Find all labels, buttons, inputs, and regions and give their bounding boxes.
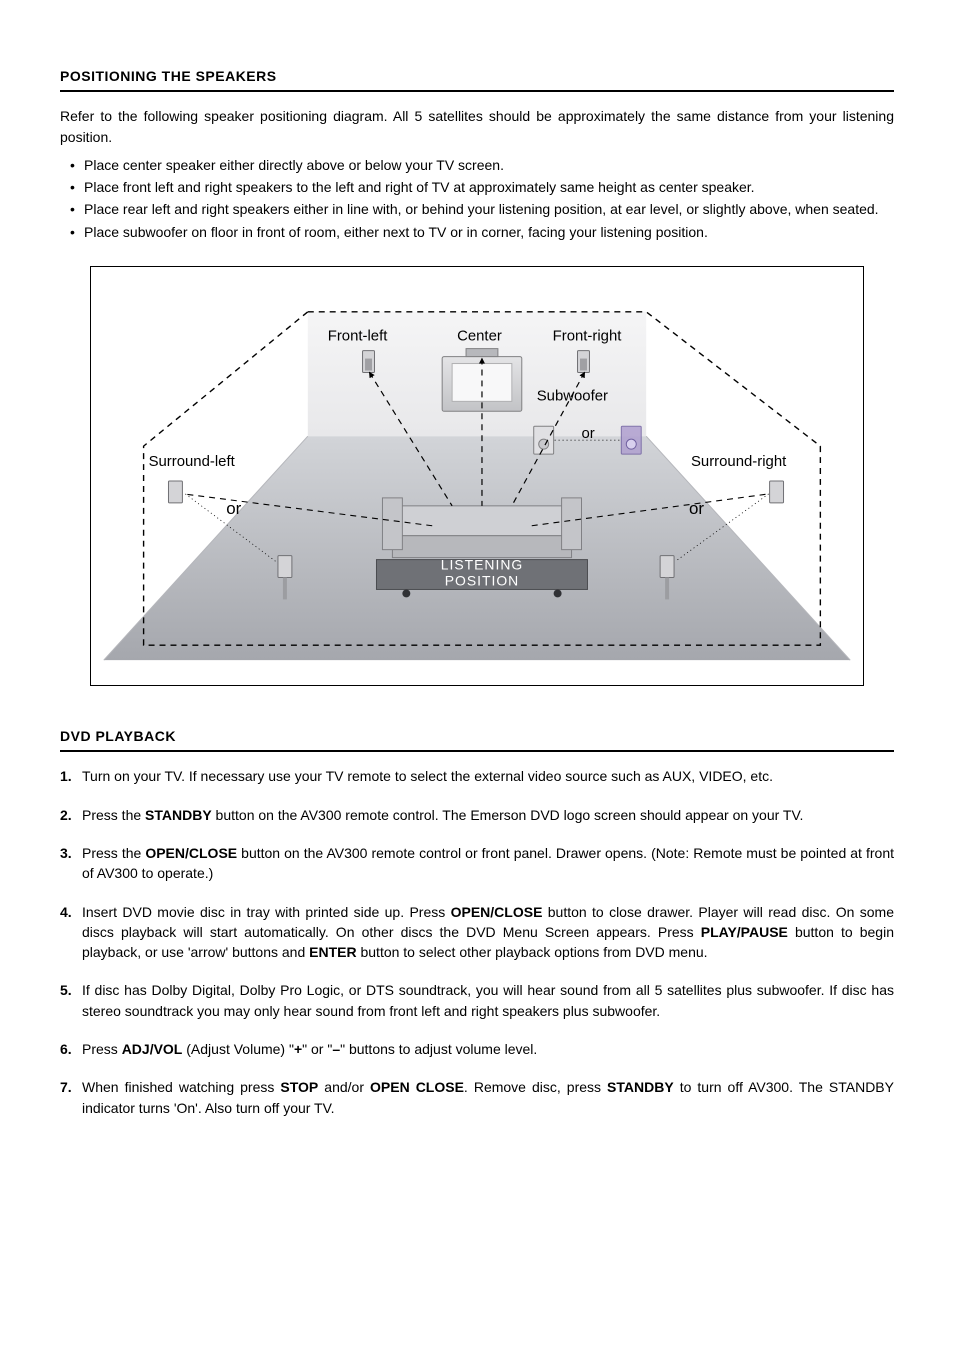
label-listening-1: LISTENING	[441, 557, 523, 573]
label-subwoofer: Subwoofer	[537, 387, 608, 404]
label-surround-r: Surround-right	[691, 453, 787, 470]
list-item: If disc has Dolby Digital, Dolby Pro Log…	[60, 980, 894, 1021]
dvd-steps: Turn on your TV. If necessary use your T…	[60, 766, 894, 1118]
speaker-bullets: Place center speaker either directly abo…	[60, 155, 894, 242]
list-item: Place front left and right speakers to t…	[60, 177, 894, 197]
label-front-right: Front-right	[553, 328, 623, 345]
list-item: Place center speaker either directly abo…	[60, 155, 894, 175]
label-or-sub: or	[582, 425, 595, 442]
list-item: Turn on your TV. If necessary use your T…	[60, 766, 894, 786]
label-or-right: or	[689, 499, 704, 518]
label-listening-2: POSITION	[445, 573, 520, 589]
section-heading-speakers: POSITIONING THE SPEAKERS	[60, 66, 894, 92]
list-item: Place rear left and right speakers eithe…	[60, 199, 894, 219]
label-or-left: or	[226, 499, 241, 518]
label-center: Center	[457, 328, 502, 345]
speakers-intro: Refer to the following speaker positioni…	[60, 106, 894, 147]
list-item: Press ADJ/VOL (Adjust Volume) "+" or "–"…	[60, 1039, 894, 1059]
list-item: Insert DVD movie disc in tray with print…	[60, 902, 894, 963]
list-item: Press the OPEN/CLOSE button on the AV300…	[60, 843, 894, 884]
speaker-diagram: Front-left Center Front-right Subwoofer …	[90, 266, 864, 686]
section-heading-dvd: DVD PLAYBACK	[60, 726, 894, 752]
label-surround-l: Surround-left	[149, 453, 236, 470]
list-item: When finished watching press STOP and/or…	[60, 1077, 894, 1118]
list-item: Place subwoofer on floor in front of roo…	[60, 222, 894, 242]
label-front-left: Front-left	[328, 328, 388, 345]
list-item: Press the STANDBY button on the AV300 re…	[60, 805, 894, 825]
